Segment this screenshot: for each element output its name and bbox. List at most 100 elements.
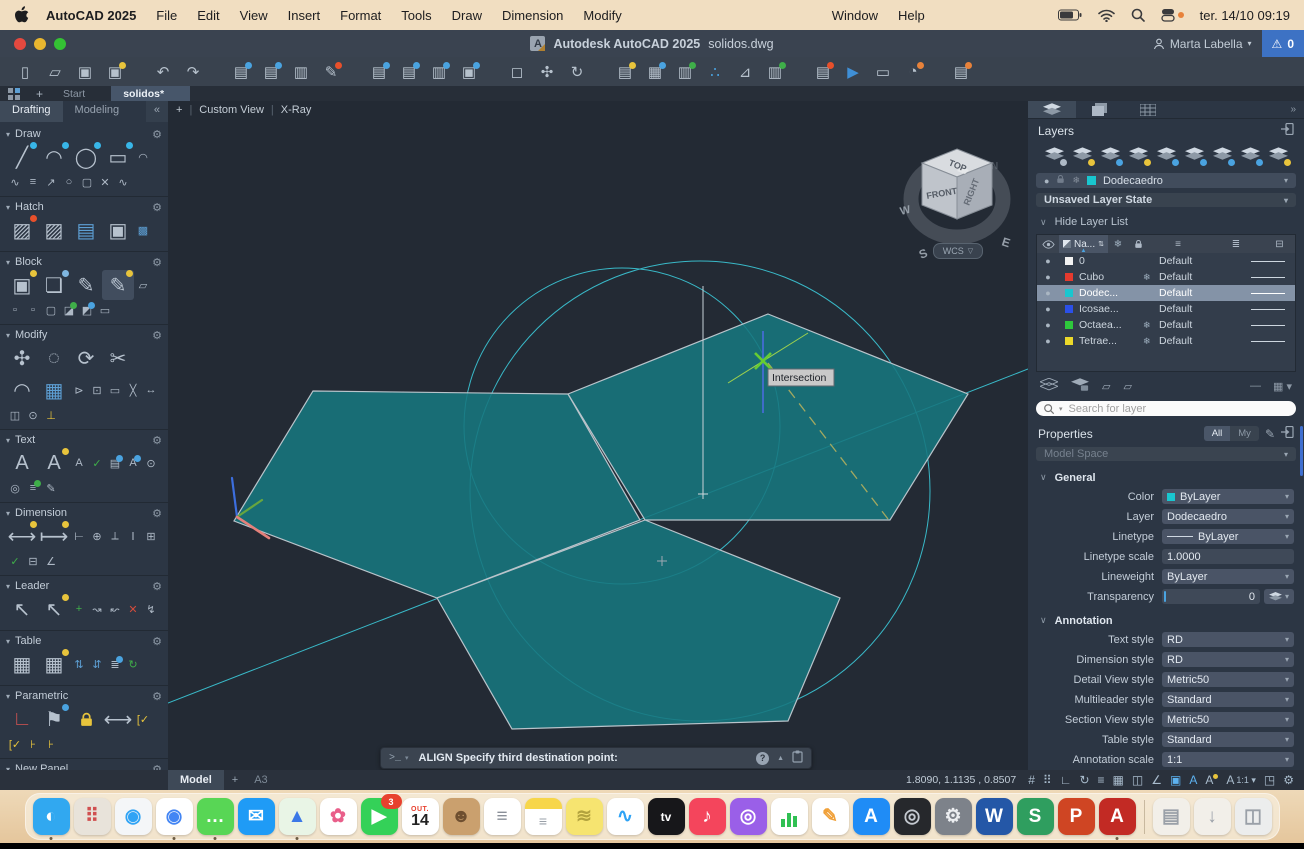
fillet-icon[interactable]: ◠ (6, 375, 38, 405)
tool-palettes-icon[interactable]: ▦ (642, 61, 668, 83)
layer-row-0[interactable]: ● 0 Default (1037, 253, 1295, 269)
undo-icon[interactable]: ↶ (150, 61, 176, 83)
ray-icon[interactable]: ↗ (42, 174, 60, 190)
layer-row-Icosae[interactable]: ● Icosae... Default (1037, 301, 1295, 317)
print-icon[interactable]: ▤ (228, 61, 254, 83)
collapse-caret-icon[interactable]: ▾ (6, 509, 10, 518)
transparency-input[interactable]: 0 (1162, 589, 1260, 605)
layer-on-dot[interactable]: ● (1037, 304, 1059, 314)
dimension-icon[interactable]: ⟷ (6, 521, 38, 551)
menu-window[interactable]: Window (832, 8, 878, 23)
move-icon[interactable]: ✣ (6, 343, 38, 373)
filter-all-button[interactable]: All (1203, 426, 1231, 442)
dock-podcasts[interactable]: ◎ (729, 798, 767, 835)
dock-launchpad[interactable]: ⠿ (73, 798, 111, 835)
filter-my-button[interactable]: My (1230, 426, 1259, 441)
tab-overview-icon[interactable] (0, 86, 28, 101)
property-value-annotation-scale[interactable]: 1:1 ▾ (1162, 752, 1294, 768)
cleanup-icon[interactable]: ⊥ (42, 407, 60, 423)
leader-remove-icon[interactable]: ✕ (124, 601, 142, 617)
polyline-icon[interactable]: ◠ (38, 142, 70, 172)
edit-block-icon[interactable]: ✎ (70, 270, 102, 300)
import-icon[interactable]: ▤ (366, 61, 392, 83)
layer-edit-icon[interactable] (1072, 147, 1095, 166)
menu-modify[interactable]: Modify (583, 8, 621, 23)
hatch-display-icon[interactable]: ▦ (1113, 773, 1124, 787)
apple-icon[interactable] (14, 6, 30, 24)
lock-constraint-icon[interactable] (70, 704, 102, 734)
dock-downloads[interactable]: ↓ (1193, 798, 1231, 835)
dim-continue-icon[interactable]: ⊞ (142, 528, 160, 544)
viewport-view-control[interactable]: Custom View (199, 104, 264, 116)
explode-icon[interactable]: ⊙ (24, 407, 42, 423)
grid-icon[interactable]: # (1028, 773, 1035, 787)
layer-translate-icon[interactable] (1100, 147, 1123, 166)
model-tab[interactable]: Model (168, 770, 224, 790)
layer-unlock-icon[interactable] (1268, 147, 1291, 166)
isodraft-icon[interactable]: ≡ (1098, 773, 1105, 787)
collapse-caret-icon[interactable]: ▾ (6, 637, 10, 646)
layer-row-Cubo[interactable]: ● Cubo ❄ Default (1037, 269, 1295, 285)
hatch-icon[interactable]: ▨ (6, 215, 38, 245)
command-line[interactable]: >_ ▾ ALIGN Specify third destination poi… (380, 747, 812, 769)
tab-table-palette[interactable] (1124, 101, 1172, 118)
tab-drafting[interactable]: Drafting (0, 101, 63, 122)
menubar-clock[interactable]: ter. 14/10 09:19 (1200, 8, 1290, 23)
attrib-sync-icon[interactable]: ◩ (78, 302, 96, 318)
wcs-badge[interactable]: WCS ▽ (933, 243, 983, 259)
leader-add-icon[interactable]: + (70, 601, 88, 617)
tab-sheets-palette[interactable] (1076, 101, 1124, 118)
close-window-button[interactable] (14, 37, 26, 50)
layer-row-Octaea[interactable]: ● Octaea... ❄ Default (1037, 317, 1295, 333)
transparency-control[interactable]: 0 ▾ (1162, 589, 1294, 605)
save-as-icon[interactable]: ▣ (102, 61, 128, 83)
panel-gear-icon[interactable]: ⚙ (152, 434, 162, 447)
save-icon[interactable]: ▣ (72, 61, 98, 83)
layer-lineweight[interactable]: Default (1159, 319, 1231, 331)
menu-edit[interactable]: Edit (197, 8, 219, 23)
dim-ordinate-icon[interactable]: ⟂ (106, 528, 124, 544)
polar-tracking-icon[interactable]: ↻ (1079, 773, 1089, 787)
table-cells-icon[interactable]: ≣ (106, 656, 124, 672)
layer-name[interactable]: Tetrae... (1079, 335, 1143, 347)
dock-reminders[interactable]: ≡ (483, 798, 521, 835)
dock-notes[interactable]: ≡ (524, 798, 562, 835)
layer-name[interactable]: Icosae... (1079, 303, 1143, 315)
layer-on-dot[interactable]: ● (1037, 288, 1059, 298)
annotation-visibility-icon[interactable]: A (1189, 773, 1197, 787)
point-icon[interactable]: ✕ (96, 174, 114, 190)
more-palettes-button[interactable]: » (1282, 101, 1304, 118)
dock-calendar[interactable]: OUT. 14 (401, 798, 439, 835)
battery-icon[interactable] (1057, 9, 1082, 21)
command-help-icon[interactable]: ? (756, 751, 770, 765)
revcloud-icon[interactable]: ∿ (114, 174, 132, 190)
leader-align-icon[interactable]: ↝ (88, 601, 106, 617)
page-setup-icon[interactable]: ✎ (318, 61, 344, 83)
layer-on-dot[interactable]: ● (1037, 320, 1059, 330)
open-group-filter-icon[interactable]: ▱ (1123, 380, 1131, 393)
dock-system-settings[interactable]: ⚙ (934, 798, 972, 835)
menu-tools[interactable]: Tools (401, 8, 431, 23)
properties-pin-icon[interactable] (1281, 426, 1294, 441)
layer-on-dot[interactable]: ● (1037, 272, 1059, 282)
layer-name[interactable]: Dodec... (1079, 287, 1143, 299)
dock-safari[interactable]: ◉ (114, 798, 152, 835)
hatch-edit-icon[interactable]: ▩ (134, 222, 152, 238)
plot-column-icon[interactable]: ⊟ (1264, 239, 1295, 250)
columns-menu-icon[interactable]: ▦ ▾ (1273, 380, 1292, 393)
panel-gear-icon[interactable]: ⚙ (152, 256, 162, 269)
leader-collect-icon[interactable]: ↜ (106, 601, 124, 617)
tab-solidos[interactable]: solidos* (111, 86, 191, 101)
object-snap-icon[interactable]: ◫ (1132, 773, 1143, 787)
attrib-check-icon[interactable]: ◪ (60, 302, 78, 318)
constraint-v2-icon[interactable]: [✓ (6, 736, 24, 752)
layer-state-dropdown[interactable]: Unsaved Layer State ▾ (1036, 193, 1296, 208)
block-swap-icon[interactable]: ▭ (96, 302, 114, 318)
etransmit-icon[interactable]: ▶ (840, 61, 866, 83)
ellipse-icon[interactable]: ○ (60, 174, 78, 190)
panel-gear-icon[interactable]: ⚙ (152, 201, 162, 214)
sheet-set-icon[interactable]: ▥ (762, 61, 788, 83)
rectangle-icon[interactable]: ▭ (102, 142, 134, 172)
open-folder-icon[interactable]: ▱ (42, 61, 68, 83)
collapse-caret-icon[interactable]: ▾ (6, 258, 10, 267)
